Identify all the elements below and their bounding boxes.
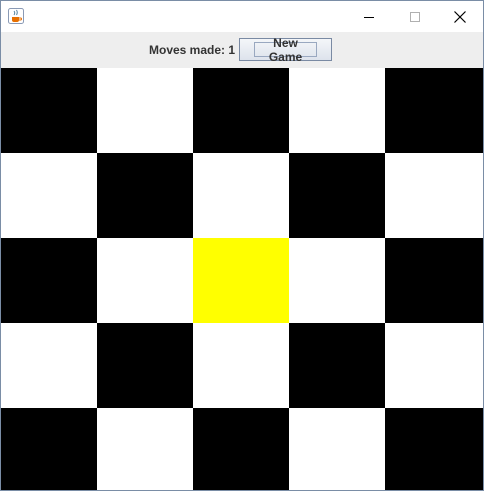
title-bar[interactable]	[1, 1, 483, 32]
board-cell[interactable]	[289, 153, 385, 238]
close-icon	[454, 10, 466, 23]
maximize-button[interactable]	[392, 1, 438, 32]
board-cell[interactable]	[385, 238, 483, 323]
board-cell[interactable]	[289, 408, 385, 490]
board-cell-selected[interactable]	[193, 238, 289, 323]
board-cell[interactable]	[385, 323, 483, 408]
close-button[interactable]	[437, 1, 483, 32]
board-cell[interactable]	[1, 323, 97, 408]
board-cell[interactable]	[97, 323, 193, 408]
board-cell[interactable]	[1, 153, 97, 238]
java-cup-icon	[8, 8, 24, 24]
board-cell[interactable]	[385, 68, 483, 153]
board-cell[interactable]	[289, 238, 385, 323]
board-cell[interactable]	[97, 238, 193, 323]
board-cell[interactable]	[289, 323, 385, 408]
game-board	[1, 68, 483, 490]
board-cell[interactable]	[1, 408, 97, 490]
board-cell[interactable]	[193, 68, 289, 153]
board-cell[interactable]	[385, 153, 483, 238]
board-cell[interactable]	[385, 408, 483, 490]
new-game-button-label: New Game	[254, 36, 317, 64]
board-cell[interactable]	[193, 323, 289, 408]
maximize-icon	[410, 11, 420, 22]
moves-counter-label: Moves made: 1	[149, 43, 236, 57]
game-window: Moves made: 1 New Game	[0, 0, 484, 491]
board-cell[interactable]	[97, 408, 193, 490]
minimize-icon	[364, 16, 374, 18]
board-cell[interactable]	[97, 68, 193, 153]
toolbar: Moves made: 1 New Game	[1, 32, 483, 68]
new-game-button[interactable]: New Game	[239, 36, 332, 64]
board-cell[interactable]	[289, 68, 385, 153]
minimize-button[interactable]	[346, 1, 392, 32]
board-cell[interactable]	[193, 153, 289, 238]
board-cell[interactable]	[1, 238, 97, 323]
board-cell[interactable]	[1, 68, 97, 153]
board-cell[interactable]	[97, 153, 193, 238]
board-cell[interactable]	[193, 408, 289, 490]
